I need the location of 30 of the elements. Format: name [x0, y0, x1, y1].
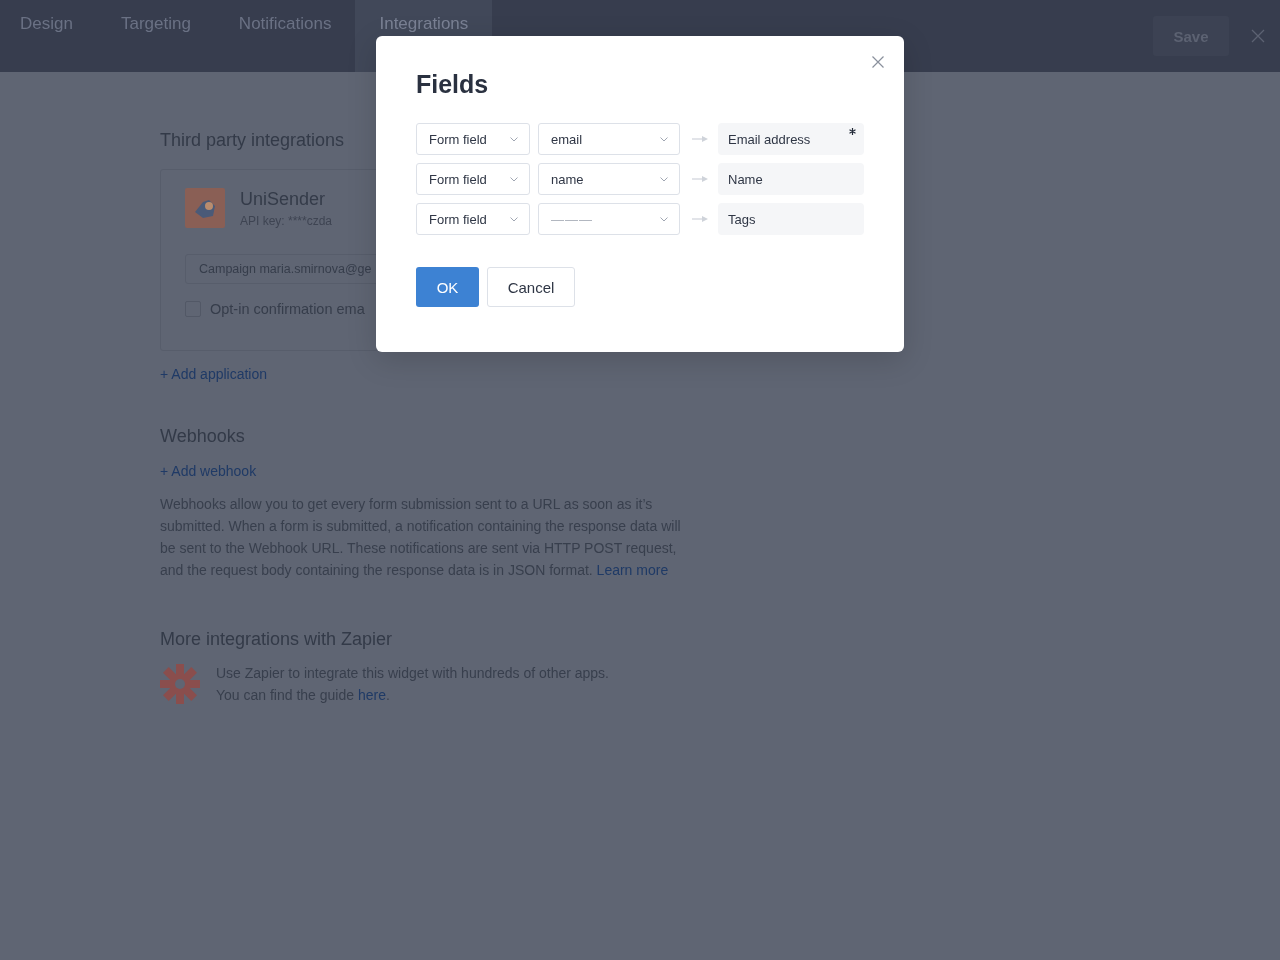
add-application-link[interactable]: + Add application: [160, 366, 268, 382]
arrow-right-icon: [692, 176, 708, 182]
cancel-button[interactable]: Cancel: [487, 267, 575, 307]
dialog-title: Fields: [416, 70, 490, 99]
close-icon[interactable]: [872, 56, 884, 68]
chevron-down-icon: [660, 136, 668, 142]
chevron-down-icon: [510, 216, 518, 222]
chevron-down-icon: [510, 136, 518, 142]
field-select[interactable]: ———: [538, 203, 680, 235]
target-field: Name: [718, 163, 864, 195]
target-field: Tags: [718, 203, 864, 235]
close-icon[interactable]: [1251, 29, 1265, 43]
here-link[interactable]: here: [357, 687, 386, 703]
target-field: Email address: [718, 123, 864, 155]
arrow-right-icon: [692, 216, 708, 222]
ok-button[interactable]: OK: [416, 267, 479, 307]
field-select[interactable]: name: [538, 163, 680, 195]
chevron-down-icon: [510, 176, 518, 182]
source-select[interactable]: Form field: [416, 163, 530, 195]
learn-more-link[interactable]: Learn more: [596, 562, 669, 578]
chevron-down-icon: [660, 216, 668, 222]
asterisk-logo-icon: [160, 664, 200, 704]
add-webhook-link[interactable]: + Add webhook: [160, 463, 257, 479]
chevron-down-icon: [660, 176, 668, 182]
required-asterisk-icon: [849, 128, 856, 135]
app-logo-icon: [185, 188, 225, 228]
source-select[interactable]: Form field: [416, 123, 530, 155]
arrow-right-icon: [692, 136, 708, 142]
source-select[interactable]: Form field: [416, 203, 530, 235]
field-select[interactable]: email: [538, 123, 680, 155]
